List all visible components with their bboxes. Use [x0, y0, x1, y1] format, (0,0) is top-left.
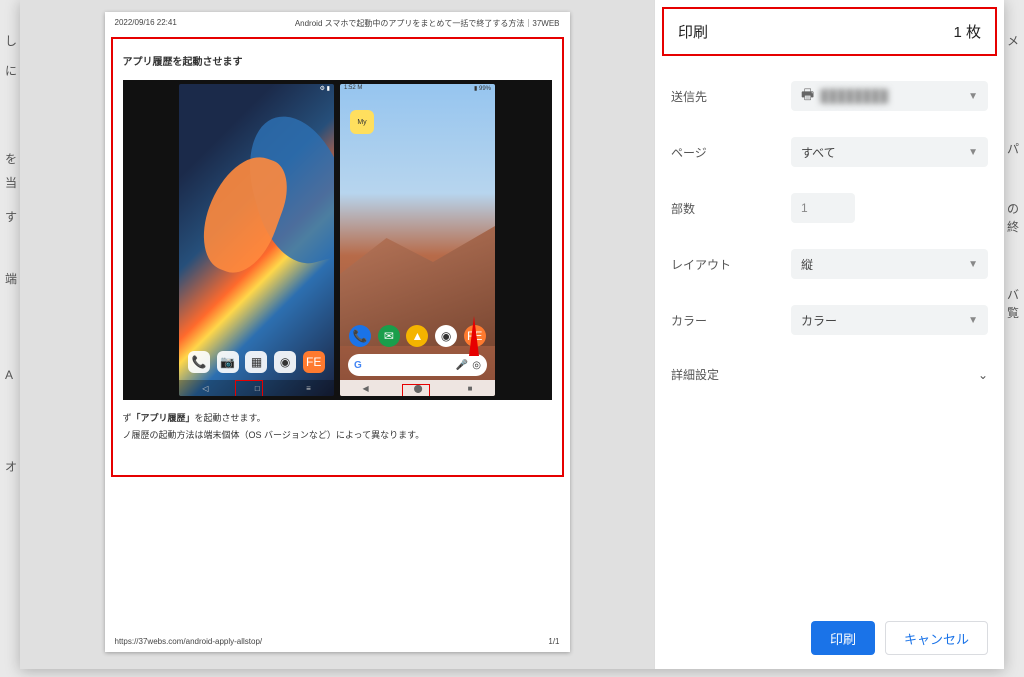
bg-text: メ [1007, 32, 1019, 49]
apps-icon: ▦ [245, 351, 267, 373]
phone-right: 1:52 M▮ 99% My 📞 ✉ ▲ ◉ FE G 🎤 [340, 84, 495, 396]
preview-title: Android スマホで起動中のアプリをまとめて一括で終了する方法｜37WEB [295, 18, 560, 29]
advanced-settings-toggle[interactable]: 詳細設定 ⌄ [671, 348, 988, 401]
copies-label: 部数 [671, 200, 791, 217]
preview-timestamp: 2022/09/16 22:41 [115, 18, 177, 29]
color-row: カラー カラー ▼ [671, 292, 988, 348]
print-settings-panel: 印刷 1 枚 送信先 🖶 ████████ ▼ ページ すべて ▼ 部 [654, 0, 1004, 669]
message-icon: ✉ [378, 325, 400, 347]
copies-input[interactable] [791, 193, 855, 223]
copies-row: 部数 [671, 180, 988, 236]
pages-row: ページ すべて ▼ [671, 124, 988, 180]
mic-icon: 🎤 [456, 360, 468, 371]
print-sheet-count: 1 枚 [953, 21, 981, 42]
chevron-down-icon: ⌄ [978, 368, 988, 382]
print-preview-pane[interactable]: 2022/09/16 22:41 Android スマホで起動中のアプリをまとめ… [20, 0, 654, 669]
printer-icon: 🖶 [801, 84, 814, 108]
preview-body-text: ず「アプリ履歴」を起動させます。 ノ履歴の起動方法は端末個体（OS バージョンな… [123, 410, 552, 444]
chevron-down-icon: ▼ [968, 259, 978, 270]
chevron-down-icon: ▼ [968, 91, 978, 102]
dialog-footer: 印刷 キャンセル [655, 607, 1004, 669]
layout-label: レイアウト [671, 256, 791, 273]
bg-text: バ [1007, 286, 1019, 303]
layout-select[interactable]: 縦 ▼ [791, 249, 988, 279]
chevron-down-icon: ▼ [968, 147, 978, 158]
bg-text: 端 [5, 270, 17, 287]
color-select[interactable]: カラー ▼ [791, 305, 988, 335]
destination-row: 送信先 🖶 ████████ ▼ [671, 68, 988, 124]
pages-label: ページ [671, 144, 791, 161]
cancel-button[interactable]: キャンセル [885, 621, 988, 655]
gallery-icon: ▲ [406, 325, 428, 347]
preview-page: 2022/09/16 22:41 Android スマホで起動中のアプリをまとめ… [105, 12, 570, 652]
phone-left: ⚙ ▮ 📞 📷 ▦ ◉ FE ◁□≡ [179, 84, 334, 396]
print-dialog: 2022/09/16 22:41 Android スマホで起動中のアプリをまとめ… [20, 0, 1004, 669]
chrome-icon: ◉ [435, 325, 457, 347]
pages-value: すべて [801, 144, 836, 161]
layout-row: レイアウト 縦 ▼ [671, 236, 988, 292]
print-header-title: 印刷 [678, 21, 708, 42]
phone-icon: 📞 [349, 325, 371, 347]
files-icon: FE [303, 351, 325, 373]
chevron-down-icon: ▼ [968, 315, 978, 326]
bg-text: オ [5, 458, 17, 475]
bg-text: A [5, 368, 13, 382]
camera-icon: 📷 [217, 351, 239, 373]
swipe-up-arrow [469, 316, 479, 356]
preview-page-number: 1/1 [548, 637, 559, 646]
bg-text: パ [1007, 140, 1019, 157]
preview-page-footer: https://37webs.com/android-apply-allstop… [115, 637, 560, 646]
bg-text: 覧 [1007, 304, 1019, 321]
preview-page-header: 2022/09/16 22:41 Android スマホで起動中のアプリをまとめ… [105, 12, 570, 35]
layout-value: 縦 [801, 256, 813, 273]
preview-url: https://37webs.com/android-apply-allstop… [115, 637, 263, 646]
color-value: カラー [801, 312, 837, 329]
bg-text: を [5, 150, 17, 167]
bg-text: す [5, 208, 17, 225]
destination-label: 送信先 [671, 88, 791, 105]
print-header: 印刷 1 枚 [662, 7, 997, 56]
chrome-icon: ◉ [274, 351, 296, 373]
bg-text: 終 [1007, 218, 1019, 235]
bg-text: に [5, 62, 17, 79]
google-searchbar: G 🎤 ◎ [348, 354, 487, 376]
bg-text: し [5, 32, 17, 49]
print-button[interactable]: 印刷 [811, 621, 875, 655]
screenshot-pair: ⚙ ▮ 📞 📷 ▦ ◉ FE ◁□≡ 1:52 M▮ 99% [123, 80, 552, 400]
advanced-label: 詳細設定 [671, 366, 719, 383]
bg-text: の [1007, 200, 1019, 217]
app-icon: My [350, 110, 374, 134]
bg-text: 当 [5, 174, 17, 191]
dialer-icon: 📞 [188, 351, 210, 373]
destination-select[interactable]: 🖶 ████████ ▼ [791, 81, 988, 111]
pages-select[interactable]: すべて ▼ [791, 137, 988, 167]
lens-icon: ◎ [472, 360, 481, 371]
destination-value: ████████ [820, 89, 968, 103]
preview-heading: アプリ履歴を起動させます [123, 53, 552, 68]
color-label: カラー [671, 312, 791, 329]
